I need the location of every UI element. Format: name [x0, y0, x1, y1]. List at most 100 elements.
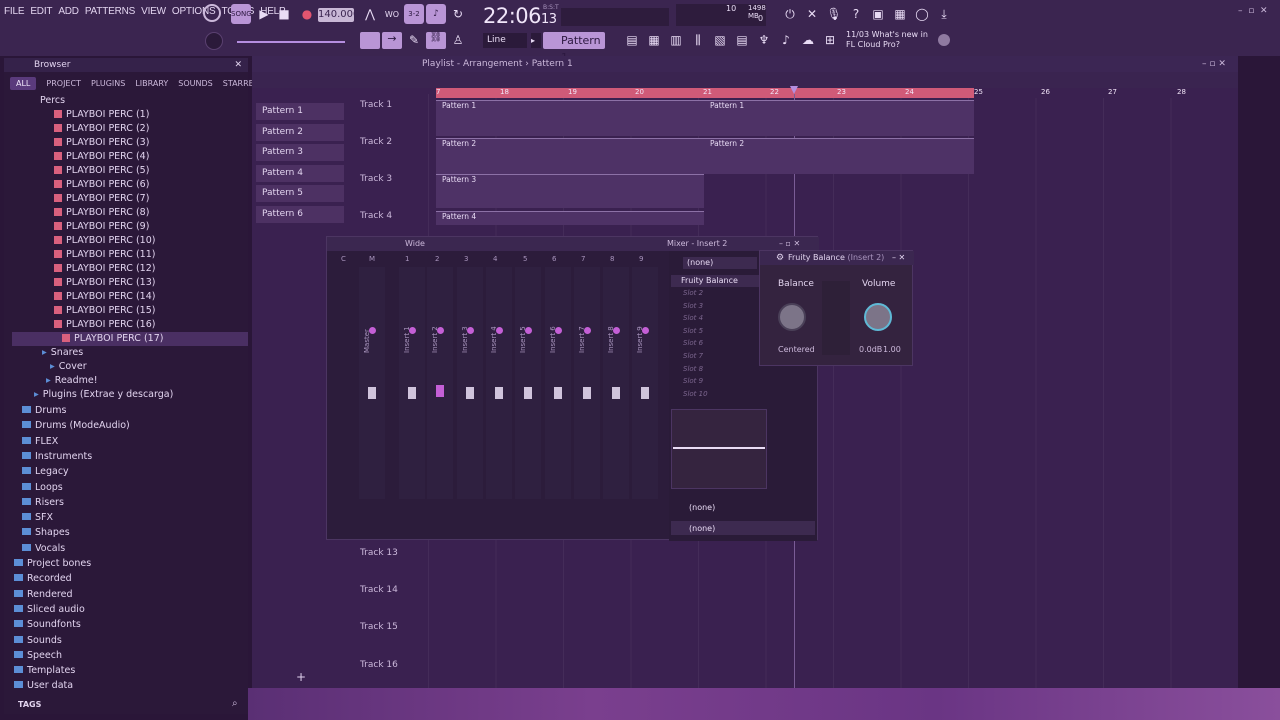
folder-percs[interactable]: Percs	[40, 94, 65, 108]
undo-icon[interactable]: ⏻	[780, 4, 800, 24]
track-header[interactable]: Track 2	[360, 137, 428, 147]
playlist-clip[interactable]: Pattern 4	[436, 211, 704, 225]
browser-folder[interactable]: Speech	[14, 649, 62, 663]
browser-folder[interactable]: SFX	[22, 511, 53, 525]
pattern-list-item[interactable]: Pattern 3	[256, 144, 344, 162]
browser-item-perc[interactable]: PLAYBOI PERC (10)	[54, 234, 155, 248]
fx-slot[interactable]: Slot 3	[683, 302, 703, 310]
browser-item-perc[interactable]: PLAYBOI PERC (15)	[54, 304, 155, 318]
snap-select[interactable]: Line	[483, 33, 527, 48]
mixer-strip[interactable]: Insert 3	[457, 267, 483, 499]
tab-library[interactable]: LIBRARY	[135, 79, 168, 88]
cloud-icon[interactable]: ☁	[798, 30, 818, 50]
browser-item-perc[interactable]: PLAYBOI PERC (12)	[54, 262, 155, 276]
add-track-icon[interactable]: +	[296, 670, 306, 684]
tab-project[interactable]: PROJECT	[46, 79, 81, 88]
mixer-fader[interactable]	[583, 387, 591, 399]
mixer-fader[interactable]	[466, 387, 474, 399]
mixer-strip[interactable]: Insert 6	[545, 267, 571, 499]
browser-item-perc[interactable]: PLAYBOI PERC (7)	[54, 192, 149, 206]
chat-icon[interactable]: ◯	[912, 4, 932, 24]
output-select-2[interactable]: (none)	[689, 524, 715, 533]
mixer-strip[interactable]: Insert 4	[486, 267, 512, 499]
browser-icon[interactable]: ▧	[710, 30, 730, 50]
fx-slot[interactable]: Slot 5	[683, 327, 703, 335]
browser-item[interactable]: ▸ Snares	[42, 346, 83, 360]
mixer-fader[interactable]	[524, 387, 532, 399]
browser-folder[interactable]: Templates	[14, 664, 75, 678]
metronome-icon[interactable]: ⋀	[360, 4, 380, 24]
pitch-knob[interactable]	[205, 32, 223, 50]
mixer-fader[interactable]	[554, 387, 562, 399]
gear-icon[interactable]: ⚙	[776, 253, 784, 263]
fx-icon[interactable]: ✕	[802, 4, 822, 24]
mixer-fader[interactable]	[612, 387, 620, 399]
download-icon[interactable]: ⤓	[934, 4, 954, 24]
save-icon[interactable]: ▣	[868, 4, 888, 24]
browser-folder[interactable]: Soundfonts	[14, 618, 81, 632]
playlist-clip[interactable]: Pattern 1	[704, 100, 974, 136]
browser-folder[interactable]: Drums	[22, 404, 66, 418]
midi-icon[interactable]: ▦	[890, 4, 910, 24]
search-icon[interactable]: ⌕	[232, 698, 238, 709]
shop-icon[interactable]: ⊞	[820, 30, 840, 50]
browser-folder[interactable]: Legacy	[22, 465, 69, 479]
mixer-strip[interactable]: Master	[359, 267, 385, 499]
pattern-list-item[interactable]: Pattern 2	[256, 123, 344, 141]
eq-graph[interactable]	[671, 409, 767, 489]
pattern-select[interactable]: Pattern 1	[543, 32, 605, 64]
channel-rack-icon[interactable]: ▦	[644, 30, 664, 50]
fx-slot[interactable]: Slot 8	[683, 365, 703, 373]
tab-sounds[interactable]: SOUNDS	[178, 79, 212, 88]
playlist-clip[interactable]: Pattern 2	[436, 138, 704, 174]
file-icon[interactable]: ▤	[732, 30, 752, 50]
fx-slot[interactable]: Slot 4	[683, 314, 703, 322]
play-icon[interactable]: ▶	[254, 4, 274, 24]
main-pitch-slider[interactable]	[237, 41, 345, 43]
pattern-prev-icon[interactable]: ▸	[531, 33, 541, 48]
playlist-clip[interactable]: Pattern 1	[436, 100, 704, 136]
browser-folder[interactable]: Risers	[22, 496, 64, 510]
mixer-strip[interactable]: Insert 9	[632, 267, 658, 499]
track-header[interactable]: Track 13	[360, 548, 428, 558]
playlist-window-controls[interactable]: – ▫ ✕	[1202, 56, 1226, 72]
browser-folder[interactable]: Drums (ModeAudio)	[22, 419, 130, 433]
help-icon[interactable]: ?	[846, 4, 866, 24]
browser-item-perc[interactable]: PLAYBOI PERC (3)	[54, 136, 149, 150]
mixer-fader[interactable]	[495, 387, 503, 399]
link-icon[interactable]: ⛓	[426, 32, 446, 49]
mixer-fader[interactable]	[641, 387, 649, 399]
menu-patterns[interactable]: PATTERNS	[85, 6, 135, 17]
loop-record-icon[interactable]: ↻	[448, 4, 468, 24]
browser-close-icon[interactable]: ✕	[234, 58, 242, 72]
browser-item-perc[interactable]: PLAYBOI PERC (9)	[54, 220, 149, 234]
fx-slot[interactable]: Slot 2	[683, 289, 703, 297]
mixer-strip[interactable]: Insert 2	[427, 267, 453, 499]
pattern-list-item[interactable]: Pattern 5	[256, 185, 344, 203]
track-header[interactable]: Track 3	[360, 174, 428, 184]
pattern-list-item[interactable]: Pattern 6	[256, 206, 344, 223]
fx-slot[interactable]: Slot 10	[683, 390, 708, 398]
mixer-strip[interactable]: Insert 5	[515, 267, 541, 499]
browser-folder[interactable]: Rendered	[14, 588, 73, 602]
wait-input-icon[interactable]: WO	[382, 4, 402, 24]
browser-item-perc[interactable]: PLAYBOI PERC (13)	[54, 276, 155, 290]
news-panel[interactable]: 11/03 What's new in FL Cloud Pro?	[846, 30, 936, 50]
browser-folder[interactable]: Instruments	[22, 450, 92, 464]
browser-folder[interactable]: FLEX	[22, 435, 58, 449]
browser-folder[interactable]: Loops	[22, 481, 63, 495]
menu-file[interactable]: FILE	[4, 6, 25, 17]
browser-item-perc[interactable]: PLAYBOI PERC (1)	[54, 108, 149, 122]
mixer-window-controls[interactable]: – ▫ ✕	[779, 237, 800, 251]
browser-item-perc[interactable]: PLAYBOI PERC (14)	[54, 290, 155, 304]
browser-folder[interactable]: Sounds	[14, 634, 62, 648]
blend-notes-toggle[interactable]: ♪	[426, 4, 446, 24]
browser-item-perc[interactable]: PLAYBOI PERC (16)	[54, 318, 155, 332]
fx-slot[interactable]: Slot 6	[683, 339, 703, 347]
track-header[interactable]: Track 15	[360, 622, 428, 632]
mixer-fader[interactable]	[368, 387, 376, 399]
mixer-fader[interactable]	[436, 385, 444, 397]
stamp-icon[interactable]: ♙	[448, 30, 468, 50]
output-select-1[interactable]: (none)	[689, 503, 715, 512]
tab-all[interactable]: ALL	[10, 76, 37, 90]
